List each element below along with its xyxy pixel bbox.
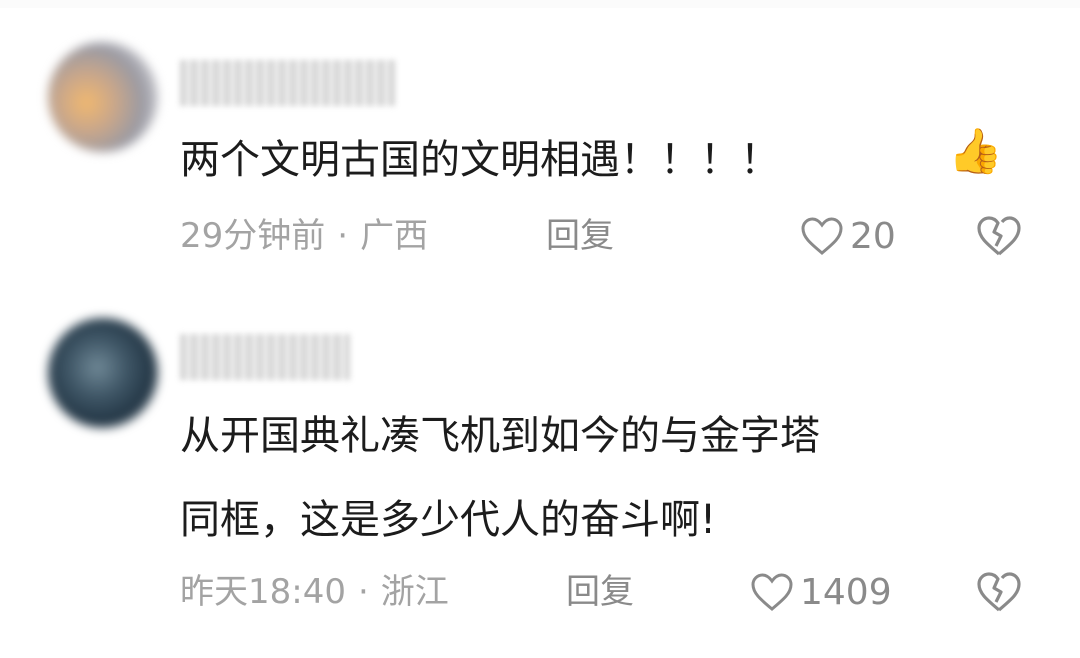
username-blurred[interactable] [180, 60, 395, 106]
thumbs-up-icon: 👍 [948, 126, 1003, 177]
comment-location: 广西 [360, 216, 429, 256]
like-button[interactable]: 1409 [750, 568, 892, 616]
avatar[interactable] [48, 318, 158, 428]
dislike-icon[interactable] [975, 568, 1023, 616]
top-divider [0, 0, 1080, 8]
comment-text-line: 从开国典礼凑飞机到如今的与金字塔 [180, 413, 820, 459]
like-button[interactable]: 20 [800, 212, 896, 260]
avatar[interactable] [48, 42, 158, 152]
like-count: 1409 [800, 571, 892, 613]
heart-icon [751, 573, 793, 611]
reply-button[interactable]: 回复 [546, 212, 614, 260]
comment-time: 昨天18:40 [180, 572, 346, 612]
username-blurred[interactable] [180, 334, 350, 380]
heart-icon [801, 217, 843, 255]
meta-separator: · [357, 572, 369, 612]
comment-meta: 29分钟前 · 广西 [180, 212, 428, 260]
comment-text-line: 同框，这是多少代人的奋斗啊! [180, 497, 717, 543]
comment-text-line: 两个文明古国的文明相遇！！！！ [180, 137, 780, 183]
dislike-icon[interactable] [975, 212, 1023, 260]
comment-text: 从开国典礼凑飞机到如今的与金字塔 同框，这是多少代人的奋斗啊! [180, 394, 820, 562]
comment-meta: 昨天18:40 · 浙江 [180, 568, 449, 616]
meta-separator: · [337, 216, 349, 256]
comment-text: 两个文明古国的文明相遇！！！！ [180, 118, 780, 202]
comment-location: 浙江 [380, 572, 449, 612]
comment-time: 29分钟前 [180, 216, 326, 256]
reply-button[interactable]: 回复 [566, 568, 634, 616]
like-count: 20 [850, 215, 896, 257]
